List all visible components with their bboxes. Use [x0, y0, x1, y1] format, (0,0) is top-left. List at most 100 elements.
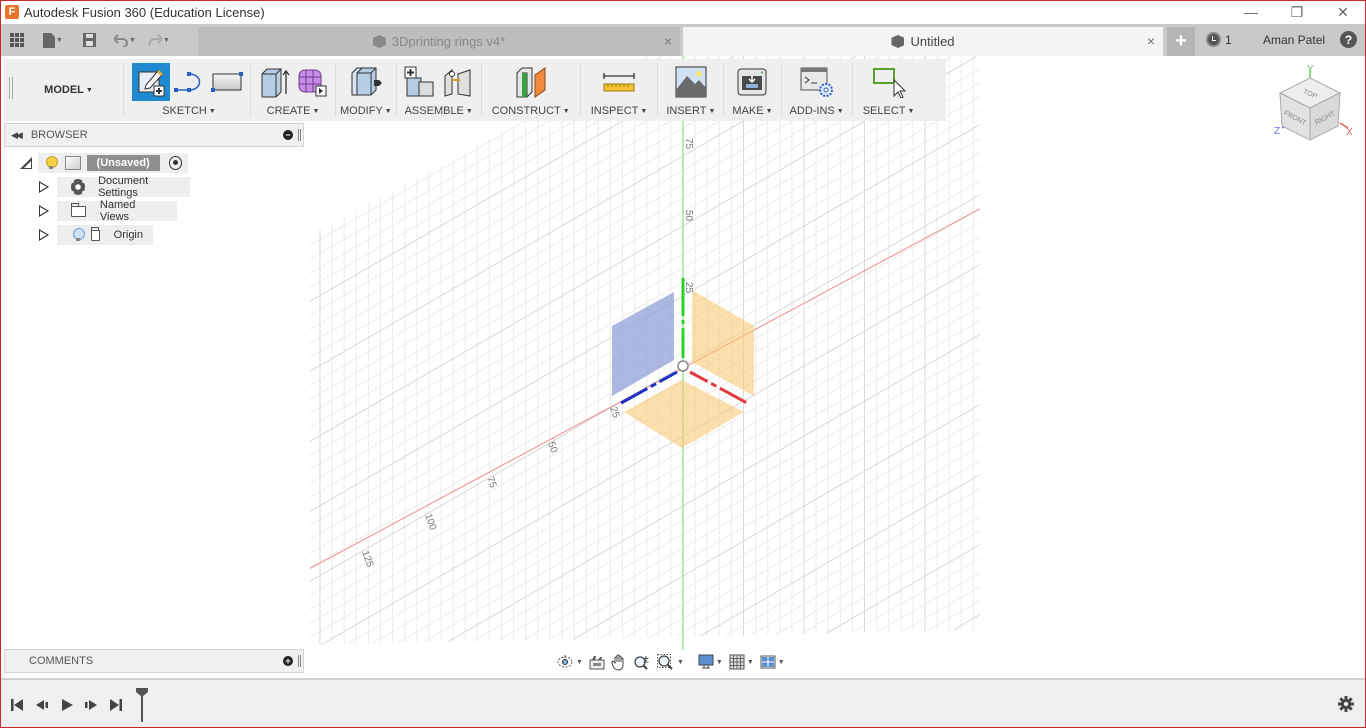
workspace-switcher[interactable]: MODEL ▼ [14, 65, 124, 115]
collapse-panel-icon[interactable]: ◀◀ [11, 130, 23, 141]
clock-icon [1206, 32, 1221, 47]
user-account-button[interactable]: Aman Patel [1263, 33, 1325, 47]
fit-button[interactable]: ▼ [656, 650, 684, 674]
grid-line [309, 96, 981, 484]
grid-line [625, 432, 981, 638]
modify-group: MODIFY ▼ [336, 63, 397, 117]
viewport-canvas[interactable]: 25 50 75 25 50 75 100 125 [0, 56, 1366, 678]
insert-image-icon [675, 66, 707, 98]
tree-item-document-settings[interactable]: Document Settings [39, 175, 190, 199]
make-menu[interactable]: MAKE ▼ [732, 105, 772, 117]
grid-line [309, 110, 981, 498]
tab-3dprinting-rings[interactable]: 3Dprinting rings v4* × [198, 27, 680, 56]
grid-line [549, 390, 981, 640]
go-to-end-button[interactable] [109, 698, 123, 712]
close-tab-icon[interactable]: × [664, 33, 672, 49]
toolbar-grip-handle[interactable] [4, 59, 14, 121]
grid-settings-button[interactable]: ▼ [729, 650, 754, 674]
panel-pin-handle[interactable] [298, 129, 301, 141]
comments-panel-header: COMMENTS + [4, 649, 304, 673]
select-menu[interactable]: SELECT ▼ [863, 105, 915, 117]
ribbon-toolbar: MODEL ▼ SKETCH ▼ CREATE ▼ MODIFY ▼ ASSEM… [4, 59, 946, 121]
rectangle-button[interactable] [208, 63, 246, 101]
sketch-group: SKETCH ▼ [124, 63, 251, 117]
insert-menu[interactable]: INSERT ▼ [666, 105, 715, 117]
save-button[interactable] [76, 24, 102, 56]
press-pull-icon [351, 67, 382, 96]
extrude-button[interactable] [255, 63, 293, 101]
zoom-button[interactable] [633, 650, 651, 674]
look-at-button[interactable] [589, 650, 605, 674]
grid-line [523, 376, 981, 641]
view-cube[interactable]: TOP FRONT RIGHT Y Z X [1262, 60, 1362, 152]
press-pull-button[interactable] [347, 63, 385, 101]
3d-print-button[interactable] [733, 63, 771, 101]
collapse-triangle-icon[interactable] [20, 157, 32, 169]
measure-icon [603, 73, 635, 92]
z-axis-label: Z [1274, 126, 1280, 137]
activate-component-icon[interactable] [168, 156, 182, 170]
spline-button[interactable] [170, 63, 208, 101]
expand-triangle-icon[interactable] [39, 205, 49, 217]
go-to-start-button[interactable] [10, 698, 24, 712]
assemble-menu[interactable]: ASSEMBLE ▼ [405, 105, 473, 117]
lightbulb-icon[interactable] [46, 156, 59, 170]
offset-plane-button[interactable] [512, 63, 550, 101]
step-forward-button[interactable] [84, 698, 98, 712]
gear-icon [1338, 696, 1354, 712]
redo-button[interactable]: ▼ [142, 24, 176, 56]
timeline-settings-button[interactable] [1338, 696, 1354, 715]
y-axis-label: Y [1307, 64, 1314, 75]
measure-button[interactable] [600, 63, 638, 101]
tree-item-named-views[interactable]: Named Views [39, 199, 177, 223]
file-menu-button[interactable]: ▼ [36, 24, 70, 56]
create-form-button[interactable] [293, 63, 331, 101]
display-settings-button[interactable]: ▼ [698, 650, 723, 674]
addins-menu[interactable]: ADD-INS ▼ [790, 105, 844, 117]
tree-root[interactable]: (Unsaved) [20, 153, 188, 173]
undo-button[interactable]: ▼ [108, 24, 142, 56]
create-sketch-button[interactable] [132, 63, 170, 101]
orbit-button[interactable]: ▼ [556, 650, 583, 674]
create-menu[interactable]: CREATE ▼ [267, 105, 320, 117]
tab-untitled[interactable]: Untitled × [683, 27, 1163, 56]
modify-menu[interactable]: MODIFY ▼ [340, 105, 392, 117]
construct-menu[interactable]: CONSTRUCT ▼ [492, 105, 570, 117]
new-component-button[interactable] [401, 63, 439, 101]
folder-icon [71, 202, 86, 217]
close-button[interactable]: ✕ [1320, 0, 1366, 24]
scripts-addins-button[interactable] [798, 63, 836, 101]
pan-button[interactable] [611, 650, 627, 674]
play-button[interactable] [60, 698, 74, 712]
joint-button[interactable] [439, 63, 477, 101]
grid-line [877, 572, 981, 632]
select-button[interactable] [870, 63, 908, 101]
sketch-menu[interactable]: SKETCH ▼ [162, 105, 216, 117]
addins-group: ADD-INS ▼ [782, 63, 853, 117]
step-back-button[interactable] [35, 698, 49, 712]
timeline-marker-handle[interactable] [136, 688, 148, 722]
new-tab-button[interactable]: + [1167, 27, 1195, 56]
timeline [0, 678, 1366, 728]
panel-pin-handle[interactable] [298, 655, 301, 667]
inspect-menu[interactable]: INSPECT ▼ [591, 105, 648, 117]
create-sketch-icon [138, 69, 165, 97]
job-status-button[interactable]: 1 [1206, 32, 1232, 47]
lightbulb-icon[interactable] [73, 228, 84, 242]
insert-image-button[interactable] [672, 63, 710, 101]
close-tab-icon[interactable]: × [1147, 33, 1155, 49]
expand-triangle-icon[interactable] [39, 229, 49, 241]
window-title: Autodesk Fusion 360 (Education License) [24, 4, 265, 20]
restore-button[interactable]: ❐ [1274, 0, 1320, 24]
help-icon[interactable]: ? [1340, 31, 1357, 48]
3d-print-icon [737, 68, 767, 96]
viewports-button[interactable]: ▼ [760, 650, 785, 674]
tree-item-origin[interactable]: Origin [39, 225, 153, 245]
component-icon [65, 156, 81, 170]
minimize-button[interactable]: — [1228, 0, 1274, 24]
new-component-icon [404, 66, 434, 97]
data-panel-button[interactable] [4, 24, 30, 56]
expand-triangle-icon[interactable] [39, 181, 49, 193]
minimize-panel-icon[interactable]: − [283, 130, 293, 140]
add-comment-icon[interactable]: + [283, 656, 293, 666]
